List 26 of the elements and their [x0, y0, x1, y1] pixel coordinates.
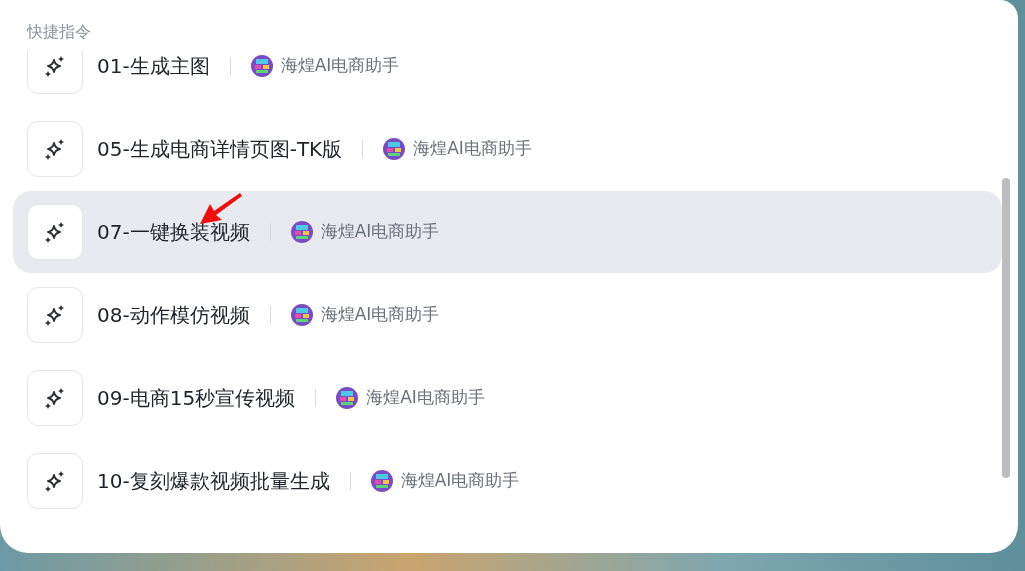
- shortcut-title: 07-一键换装视频: [97, 219, 250, 246]
- shortcut-item[interactable]: 10-复刻爆款视频批量生成 海煌AI电商助手: [13, 440, 1002, 522]
- avatar-icon: [370, 470, 393, 492]
- avatar-icon: [290, 304, 313, 326]
- author-name: 海煌AI电商助手: [400, 469, 520, 493]
- shortcut-title: 09-电商15秒宣传视频: [97, 385, 296, 412]
- shortcut-title: 01-生成主图: [97, 53, 210, 80]
- shortcut-item[interactable]: 07-一键换装视频 海煌AI电商助手: [13, 191, 1002, 273]
- author-name: 海煌AI电商助手: [280, 54, 400, 78]
- shortcut-item[interactable]: 09-电商15秒宣传视频 海煌AI电商助手: [13, 357, 1002, 439]
- avatar-icon: [250, 55, 273, 77]
- shortcut-title: 10-复刻爆款视频批量生成: [97, 468, 330, 495]
- avatar-icon: [383, 138, 406, 160]
- shortcut-title: 05-生成电商详情页图-TK版: [97, 136, 343, 163]
- author-name: 海煌AI电商助手: [320, 303, 440, 327]
- author-name: 海煌AI电商助手: [413, 137, 532, 161]
- avatar-icon: [290, 221, 313, 243]
- author-name: 海煌AI电商助手: [366, 386, 485, 410]
- panel-title: 快捷指令: [27, 21, 92, 43]
- scrollbar-thumb[interactable]: [1002, 178, 1010, 478]
- author-name: 海煌AI电商助手: [320, 220, 440, 244]
- shortcut-item[interactable]: 08-动作模仿视频 海煌AI电商助手: [13, 274, 1002, 356]
- shortcut-item[interactable]: 05-生成电商详情页图-TK版 海煌AI电商助手: [13, 108, 1002, 190]
- shortcut-item[interactable]: 01-生成主图 海煌AI电商助手: [13, 50, 1002, 107]
- shortcut-title: 08-动作模仿视频: [97, 302, 250, 329]
- avatar-icon: [336, 387, 359, 409]
